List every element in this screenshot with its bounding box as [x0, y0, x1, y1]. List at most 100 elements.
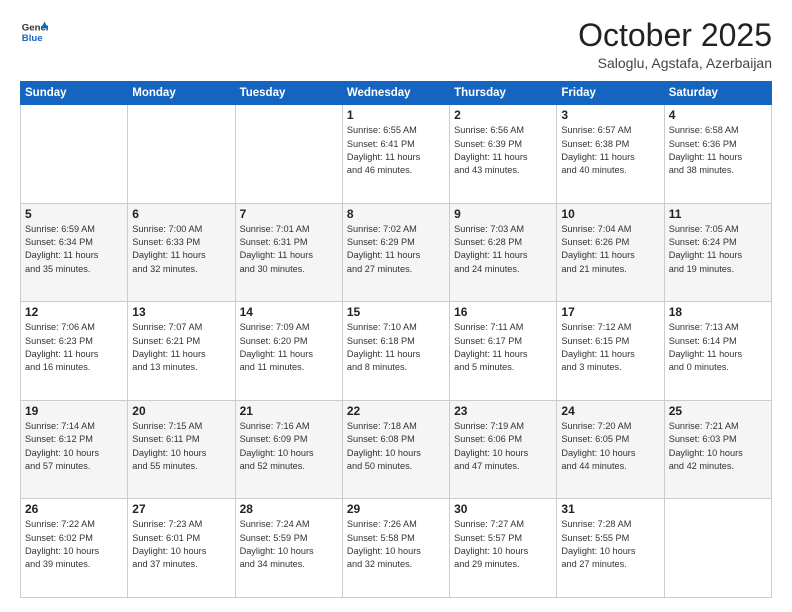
table-row: 12Sunrise: 7:06 AM Sunset: 6:23 PM Dayli… — [21, 302, 128, 401]
table-row: 26 Sunrise: 7:22 AM Sunset: 6:02 PM Dayli… — [21, 499, 128, 598]
day-number: 23 — [454, 404, 552, 418]
table-row: 5 Sunrise: 6:59 AM Sunset: 6:34 PM Daylig… — [21, 203, 128, 302]
day-info: Sunrise: 6:56 AM Sunset: 6:39 PM Dayligh… — [454, 124, 552, 177]
table-row: 30 Sunrise: 7:27 AM Sunset: 5:57 PM Dayli… — [450, 499, 557, 598]
day-info: Sunrise: 7:20 AM Sunset: 6:05 PM Dayligh… — [561, 420, 659, 473]
day-number: 6 — [132, 207, 230, 221]
day-number: 21 — [240, 404, 338, 418]
calendar-week-row: 5 Sunrise: 6:59 AM Sunset: 6:34 PM Daylig… — [21, 203, 772, 302]
calendar-week-row: 1 Sunrise: 6:55 AM Sunset: 6:41 PM Daylig… — [21, 105, 772, 204]
table-row: 22Sunrise: 7:18 AM Sunset: 6:08 PM Dayli… — [342, 400, 449, 499]
table-row: 7 Sunrise: 7:01 AM Sunset: 6:31 PM Daylig… — [235, 203, 342, 302]
day-number: 27 — [132, 502, 230, 516]
day-info: Sunrise: 7:11 AM Sunset: 6:17 PM Dayligh… — [454, 321, 552, 374]
logo-icon: General Blue — [20, 18, 48, 46]
day-number: 5 — [25, 207, 123, 221]
header: General Blue October 2025 Saloglu, Agsta… — [20, 18, 772, 71]
day-info: Sunrise: 7:27 AM Sunset: 5:57 PM Dayligh… — [454, 518, 552, 571]
calendar-week-row: 19 Sunrise: 7:14 AM Sunset: 6:12 PM Dayli… — [21, 400, 772, 499]
day-info: Sunrise: 7:01 AM Sunset: 6:31 PM Dayligh… — [240, 223, 338, 276]
table-row: 13Sunrise: 7:07 AM Sunset: 6:21 PM Dayli… — [128, 302, 235, 401]
day-info: Sunrise: 7:19 AM Sunset: 6:06 PM Dayligh… — [454, 420, 552, 473]
calendar-week-row: 12Sunrise: 7:06 AM Sunset: 6:23 PM Dayli… — [21, 302, 772, 401]
col-thursday: Thursday — [450, 82, 557, 105]
day-number: 16 — [454, 305, 552, 319]
day-info: Sunrise: 7:16 AM Sunset: 6:09 PM Dayligh… — [240, 420, 338, 473]
day-number: 17 — [561, 305, 659, 319]
calendar-header-row: Sunday Monday Tuesday Wednesday Thursday… — [21, 82, 772, 105]
day-number: 31 — [561, 502, 659, 516]
day-number: 4 — [669, 108, 767, 122]
table-row: 2 Sunrise: 6:56 AM Sunset: 6:39 PM Daylig… — [450, 105, 557, 204]
day-number: 15 — [347, 305, 445, 319]
col-tuesday: Tuesday — [235, 82, 342, 105]
day-number: 3 — [561, 108, 659, 122]
svg-text:Blue: Blue — [22, 33, 43, 44]
table-row: 15 Sunrise: 7:10 AM Sunset: 6:18 PM Dayli… — [342, 302, 449, 401]
day-number: 19 — [25, 404, 123, 418]
day-info: Sunrise: 7:23 AM Sunset: 6:01 PM Dayligh… — [132, 518, 230, 571]
day-number: 7 — [240, 207, 338, 221]
day-number: 26 — [25, 502, 123, 516]
table-row: 25Sunrise: 7:21 AM Sunset: 6:03 PM Dayli… — [664, 400, 771, 499]
calendar-table: Sunday Monday Tuesday Wednesday Thursday… — [20, 81, 772, 598]
table-row: 27 Sunrise: 7:23 AM Sunset: 6:01 PM Dayli… — [128, 499, 235, 598]
day-number: 14 — [240, 305, 338, 319]
day-number: 1 — [347, 108, 445, 122]
day-info: Sunrise: 7:10 AM Sunset: 6:18 PM Dayligh… — [347, 321, 445, 374]
col-saturday: Saturday — [664, 82, 771, 105]
day-info: Sunrise: 7:21 AM Sunset: 6:03 PM Dayligh… — [669, 420, 767, 473]
table-row: 21 Sunrise: 7:16 AM Sunset: 6:09 PM Dayli… — [235, 400, 342, 499]
day-info: Sunrise: 7:14 AM Sunset: 6:12 PM Dayligh… — [25, 420, 123, 473]
table-row: 11 Sunrise: 7:05 AM Sunset: 6:24 PM Dayli… — [664, 203, 771, 302]
table-row: 24 Sunrise: 7:20 AM Sunset: 6:05 PM Dayli… — [557, 400, 664, 499]
col-monday: Monday — [128, 82, 235, 105]
day-number: 2 — [454, 108, 552, 122]
day-info: Sunrise: 7:04 AM Sunset: 6:26 PM Dayligh… — [561, 223, 659, 276]
day-info: Sunrise: 6:57 AM Sunset: 6:38 PM Dayligh… — [561, 124, 659, 177]
col-wednesday: Wednesday — [342, 82, 449, 105]
table-row — [235, 105, 342, 204]
day-number: 24 — [561, 404, 659, 418]
table-row — [21, 105, 128, 204]
day-info: Sunrise: 7:15 AM Sunset: 6:11 PM Dayligh… — [132, 420, 230, 473]
day-number: 29 — [347, 502, 445, 516]
day-number: 10 — [561, 207, 659, 221]
day-info: Sunrise: 7:18 AM Sunset: 6:08 PM Dayligh… — [347, 420, 445, 473]
day-info: Sunrise: 7:05 AM Sunset: 6:24 PM Dayligh… — [669, 223, 767, 276]
table-row: 17 Sunrise: 7:12 AM Sunset: 6:15 PM Dayli… — [557, 302, 664, 401]
day-number: 18 — [669, 305, 767, 319]
table-row: 31 Sunrise: 7:28 AM Sunset: 5:55 PM Dayli… — [557, 499, 664, 598]
table-row: 10 Sunrise: 7:04 AM Sunset: 6:26 PM Dayli… — [557, 203, 664, 302]
table-row: 29Sunrise: 7:26 AM Sunset: 5:58 PM Dayli… — [342, 499, 449, 598]
day-info: Sunrise: 7:00 AM Sunset: 6:33 PM Dayligh… — [132, 223, 230, 276]
day-info: Sunrise: 7:06 AM Sunset: 6:23 PM Dayligh… — [25, 321, 123, 374]
calendar-week-row: 26 Sunrise: 7:22 AM Sunset: 6:02 PM Dayli… — [21, 499, 772, 598]
table-row: 23 Sunrise: 7:19 AM Sunset: 6:06 PM Dayli… — [450, 400, 557, 499]
day-info: Sunrise: 7:13 AM Sunset: 6:14 PM Dayligh… — [669, 321, 767, 374]
day-number: 13 — [132, 305, 230, 319]
table-row: 4Sunrise: 6:58 AM Sunset: 6:36 PM Daylig… — [664, 105, 771, 204]
day-info: Sunrise: 6:59 AM Sunset: 6:34 PM Dayligh… — [25, 223, 123, 276]
col-sunday: Sunday — [21, 82, 128, 105]
table-row: 8Sunrise: 7:02 AM Sunset: 6:29 PM Daylig… — [342, 203, 449, 302]
day-number: 9 — [454, 207, 552, 221]
day-info: Sunrise: 7:12 AM Sunset: 6:15 PM Dayligh… — [561, 321, 659, 374]
table-row — [664, 499, 771, 598]
day-info: Sunrise: 7:22 AM Sunset: 6:02 PM Dayligh… — [25, 518, 123, 571]
day-number: 28 — [240, 502, 338, 516]
location-title: Saloglu, Agstafa, Azerbaijan — [578, 55, 772, 71]
table-row: 14 Sunrise: 7:09 AM Sunset: 6:20 PM Dayli… — [235, 302, 342, 401]
day-info: Sunrise: 6:55 AM Sunset: 6:41 PM Dayligh… — [347, 124, 445, 177]
table-row: 1 Sunrise: 6:55 AM Sunset: 6:41 PM Daylig… — [342, 105, 449, 204]
day-info: Sunrise: 7:28 AM Sunset: 5:55 PM Dayligh… — [561, 518, 659, 571]
table-row: 18 Sunrise: 7:13 AM Sunset: 6:14 PM Dayli… — [664, 302, 771, 401]
day-number: 30 — [454, 502, 552, 516]
day-info: Sunrise: 7:03 AM Sunset: 6:28 PM Dayligh… — [454, 223, 552, 276]
table-row: 20Sunrise: 7:15 AM Sunset: 6:11 PM Dayli… — [128, 400, 235, 499]
col-friday: Friday — [557, 82, 664, 105]
day-info: Sunrise: 7:09 AM Sunset: 6:20 PM Dayligh… — [240, 321, 338, 374]
month-title: October 2025 — [578, 18, 772, 53]
day-number: 11 — [669, 207, 767, 221]
day-number: 8 — [347, 207, 445, 221]
